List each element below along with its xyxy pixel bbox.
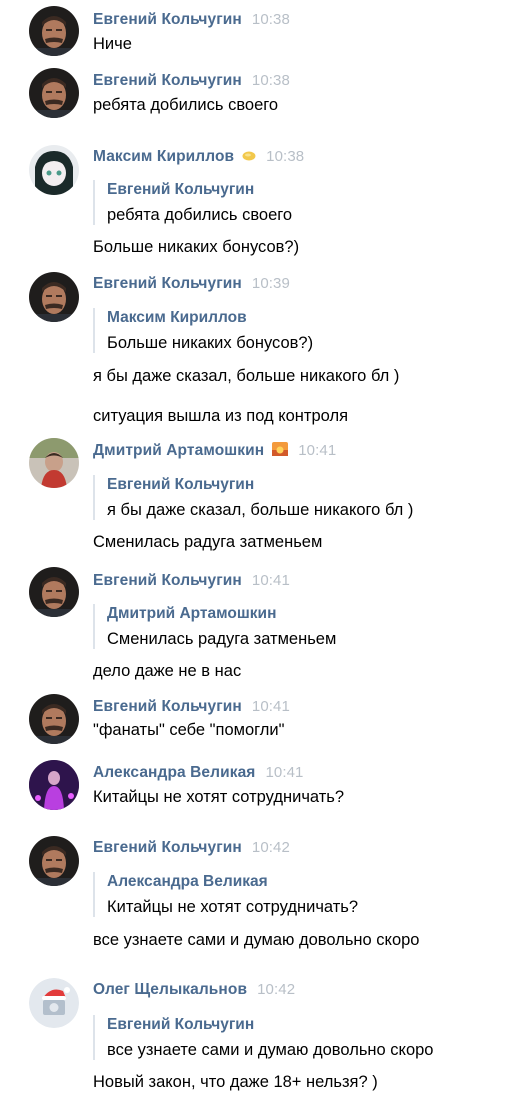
message-text: ситуация вышла из под контроля [93, 407, 349, 425]
author-name[interactable]: Дмитрий Артамошкин [93, 442, 264, 459]
avatar[interactable] [29, 694, 79, 744]
quote-author: Евгений Кольчугин [107, 181, 255, 198]
quote-author: Максим Кириллов [107, 309, 247, 326]
message-author-line: Евгений Кольчугин 10:41 [93, 698, 290, 716]
message-author-line: Евгений Кольчугин 10:41 [93, 572, 290, 590]
message-author-line: Евгений Кольчугин 10:38 [93, 72, 290, 90]
avatar[interactable] [29, 836, 79, 886]
message-time: 10:41 [265, 764, 304, 781]
author-name[interactable]: Евгений Кольчугин [93, 839, 242, 856]
message-time: 10:41 [298, 442, 337, 459]
message-text: Китайцы не хотят сотрудничать? [93, 788, 345, 806]
message-text: "фанаты" себе "помогли" [93, 721, 285, 739]
message-text: ребята добились своего [93, 96, 279, 114]
message-time: 10:42 [257, 981, 296, 998]
avatar[interactable] [29, 438, 79, 488]
quote-author: Александра Великая [107, 873, 268, 890]
message-author-line: Евгений Кольчугин 10:39 [93, 275, 290, 293]
reply-quote[interactable]: Евгений Кольчугин ребята добились своего [93, 180, 292, 225]
message-author-line: Александра Великая 10:41 [93, 764, 304, 782]
reply-quote[interactable]: Евгений Кольчугин все узнаете сами и дум… [93, 1015, 433, 1060]
message-author-line: Олег Щелыкальнов 10:42 [93, 981, 295, 999]
message-time: 10:41 [251, 572, 290, 589]
avatar[interactable] [29, 6, 79, 56]
quote-text: Сменилась радуга затменьем [107, 630, 337, 648]
avatar[interactable] [29, 567, 79, 617]
message-time: 10:41 [251, 698, 290, 715]
message-text: я бы даже сказал, больше никакого бл ) [93, 367, 400, 385]
author-name[interactable]: Евгений Кольчугин [93, 72, 242, 89]
quote-text: Больше никаких бонусов?) [107, 334, 314, 352]
author-name[interactable]: Евгений Кольчугин [93, 11, 242, 28]
message-text: Сменилась радуга затменьем [93, 533, 323, 551]
author-name[interactable]: Евгений Кольчугин [93, 275, 242, 292]
author-name[interactable]: Евгений Кольчугин [93, 698, 242, 715]
author-name[interactable]: Евгений Кольчугин [93, 572, 242, 589]
reply-quote[interactable]: Дмитрий Артамошкин Сменилась радуга затм… [93, 604, 336, 649]
message-time: 10:38 [251, 11, 290, 28]
reply-quote[interactable]: Евгений Кольчугин я бы даже сказал, боль… [93, 475, 413, 520]
message-text: Ниче [93, 35, 132, 53]
message-author-line: Евгений Кольчугин 10:38 [93, 11, 290, 29]
quote-text: я бы даже сказал, больше никакого бл ) [107, 501, 414, 519]
avatar[interactable] [29, 272, 79, 322]
avatar[interactable] [29, 68, 79, 118]
reply-quote[interactable]: Александра Великая Китайцы не хотят сотр… [93, 872, 358, 917]
author-name[interactable]: Александра Великая [93, 764, 255, 781]
message-text: дело даже не в нас [93, 662, 242, 680]
message-time: 10:39 [251, 275, 290, 292]
message-author-line: Максим Кириллов 10:38 [93, 148, 304, 167]
sunset-emoji-icon [272, 442, 289, 461]
santa-hat-camera-icon[interactable] [29, 978, 79, 1028]
message-author-line: Евгений Кольчугин 10:42 [93, 839, 290, 857]
author-name[interactable]: Олег Щелыкальнов [93, 981, 247, 998]
quote-author: Евгений Кольчугин [107, 1016, 255, 1033]
quote-text: ребята добились своего [107, 206, 293, 224]
message-time: 10:38 [251, 72, 290, 89]
message-time: 10:42 [251, 839, 290, 856]
message-author-line: Дмитрий Артамошкин 10:41 [93, 442, 336, 461]
reply-quote[interactable]: Максим Кириллов Больше никаких бонусов?) [93, 308, 313, 353]
message-text: все узнаете сами и думаю довольно скоро [93, 931, 420, 949]
avatar[interactable] [29, 760, 79, 810]
quote-text: все узнаете сами и думаю довольно скоро [107, 1041, 434, 1059]
avatar[interactable] [29, 145, 79, 195]
quote-text: Китайцы не хотят сотрудничать? [107, 898, 359, 916]
quote-author: Евгений Кольчугин [107, 476, 255, 493]
author-name[interactable]: Максим Кириллов [93, 148, 234, 165]
lemon-emoji-icon [242, 149, 256, 167]
message-time: 10:38 [266, 148, 305, 165]
message-text: Новый закон, что даже 18+ нельзя? ) [93, 1073, 378, 1091]
quote-author: Дмитрий Артамошкин [107, 605, 277, 622]
message-text: Больше никаких бонусов?) [93, 238, 300, 256]
